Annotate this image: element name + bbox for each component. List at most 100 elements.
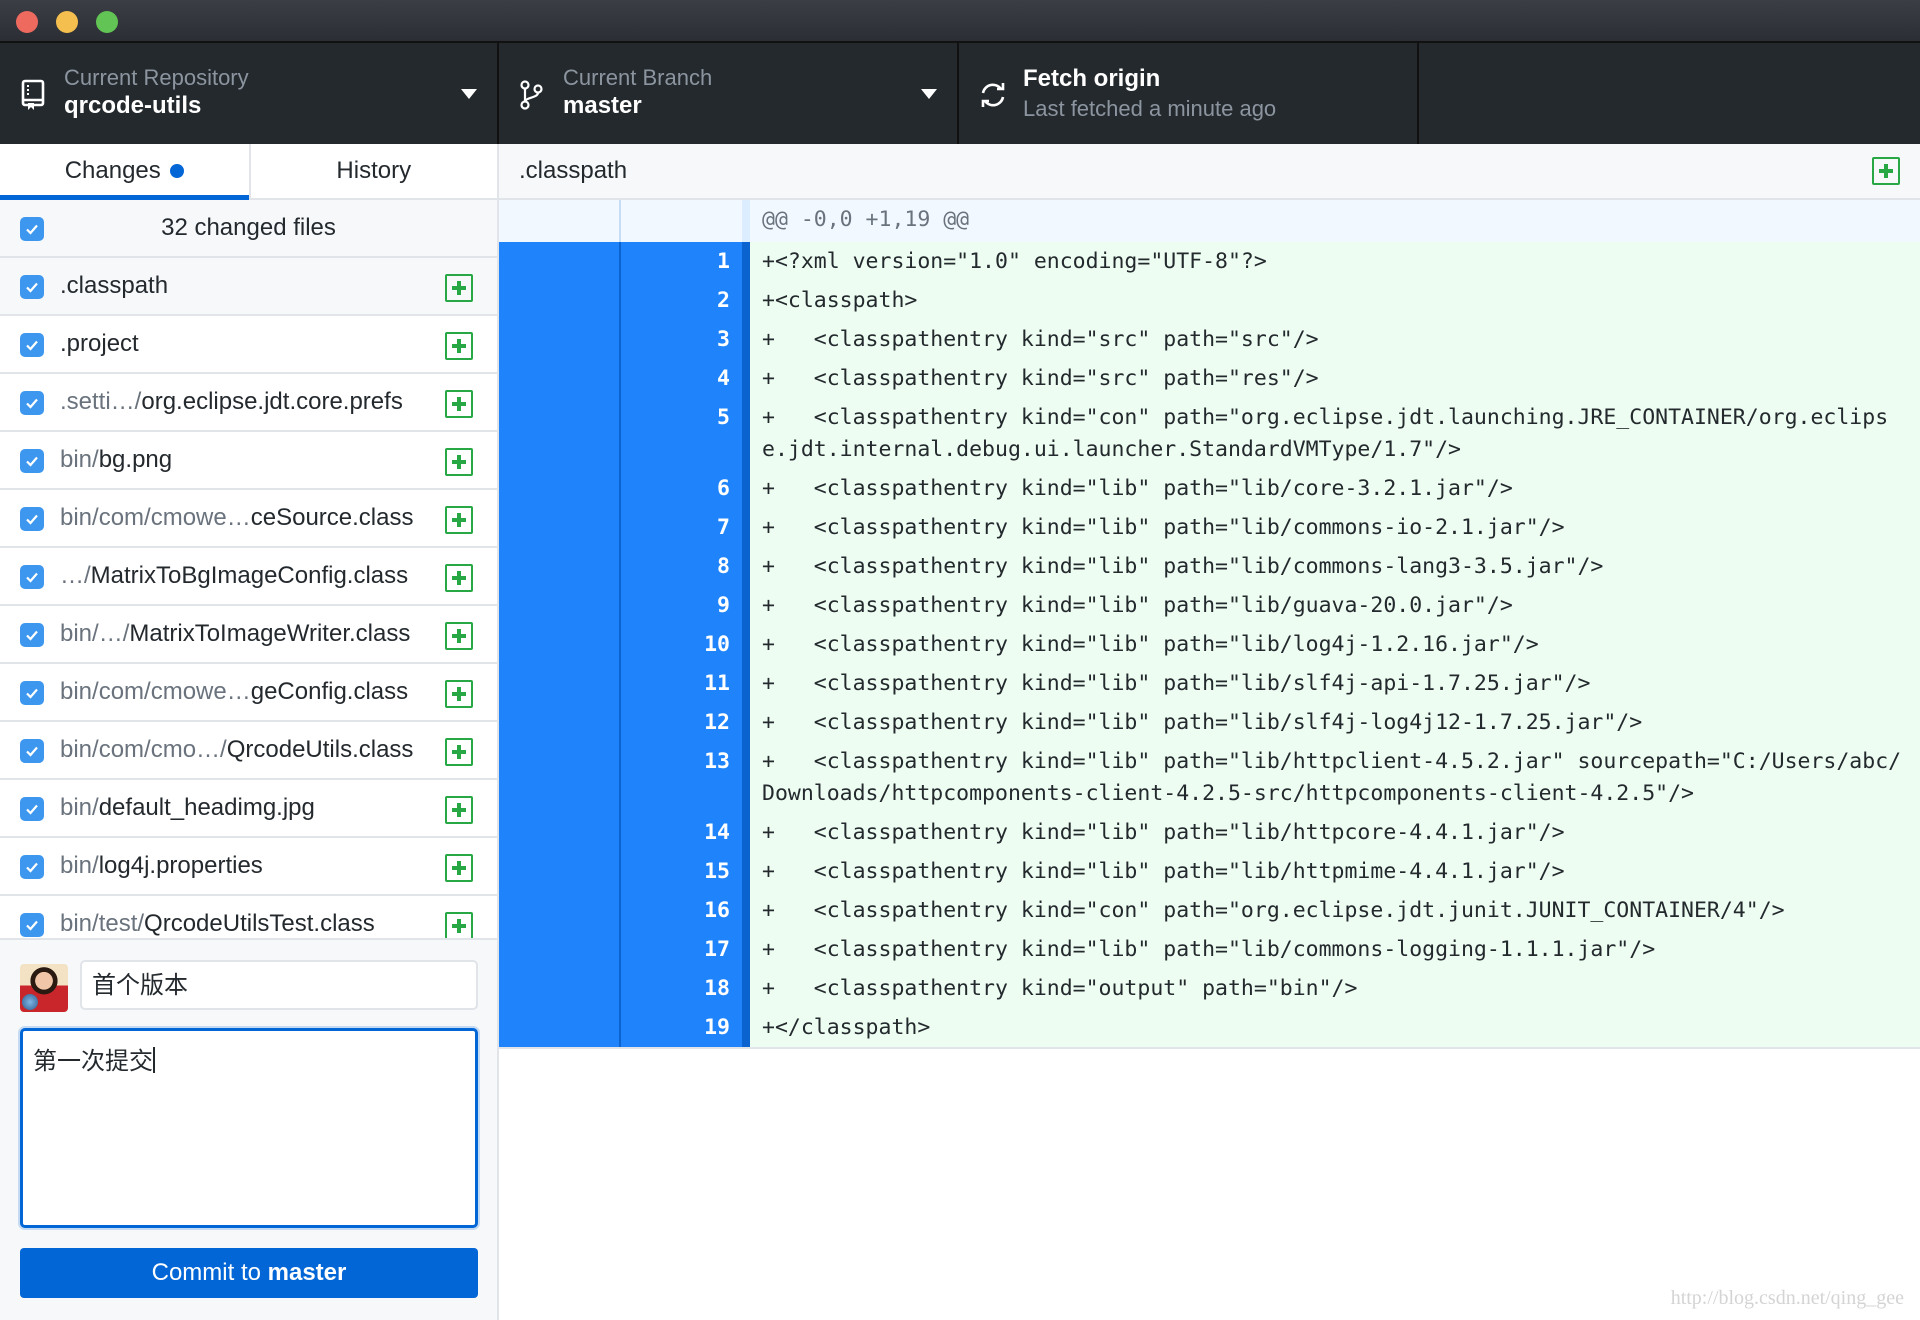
file-list-item[interactable]: bin/bg.png bbox=[0, 432, 497, 490]
diff-line[interactable]: 10 + <classpathentry kind="lib" path="lib… bbox=[499, 625, 1920, 664]
diff-line[interactable]: 3 + <classpathentry kind="src" path="src"… bbox=[499, 320, 1920, 359]
commit-button[interactable]: Commit to master bbox=[20, 1248, 478, 1298]
diff-line[interactable]: 17 + <classpathentry kind="lib" path="lib… bbox=[499, 930, 1920, 969]
file-checkbox[interactable] bbox=[20, 275, 44, 299]
file-checkbox[interactable] bbox=[20, 333, 44, 357]
sync-icon bbox=[979, 79, 1005, 109]
file-dir: bin/com/cmowe… bbox=[60, 504, 251, 531]
sidebar-tabs: Changes History bbox=[0, 144, 497, 200]
checkmark-icon bbox=[26, 514, 38, 525]
chevron-down-icon bbox=[461, 89, 477, 99]
branch-name: master bbox=[563, 92, 642, 119]
repository-label: Current Repository bbox=[64, 65, 249, 90]
diff-line[interactable]: 7 + <classpathentry kind="lib" path="lib/… bbox=[499, 508, 1920, 547]
file-dir: bin/com/cmowe… bbox=[60, 678, 251, 705]
diff-line[interactable]: 9 + <classpathentry kind="lib" path="lib/… bbox=[499, 586, 1920, 625]
window-close-button[interactable] bbox=[16, 11, 38, 33]
window-minimize-button[interactable] bbox=[56, 11, 78, 33]
diff-line-text: + <classpathentry kind="lib" path="lib/h… bbox=[750, 742, 1920, 813]
file-list-item[interactable]: bin/test/QrcodeUtilsTest.class bbox=[0, 896, 497, 938]
file-path: .classpath bbox=[60, 258, 168, 314]
file-checkbox[interactable] bbox=[20, 565, 44, 589]
commit-description-input[interactable]: 第一次提交 bbox=[20, 1028, 478, 1228]
last-fetched-status: Last fetched a minute ago bbox=[1023, 96, 1277, 121]
diff-line[interactable]: 11 + <classpathentry kind="lib" path="lib… bbox=[499, 664, 1920, 703]
checkmark-icon bbox=[26, 398, 38, 409]
new-line-number: 7 bbox=[621, 508, 742, 547]
diff-line[interactable]: 19 +</classpath> bbox=[499, 1008, 1920, 1047]
commit-panel: 首个版本 第一次提交 Commit to master bbox=[0, 938, 497, 1320]
file-checkbox[interactable] bbox=[20, 449, 44, 473]
diff-line-text: + <classpathentry kind="con" path="org.e… bbox=[750, 398, 1920, 469]
file-list-item[interactable]: bin/com/cmowe…ceSource.class bbox=[0, 490, 497, 548]
gutter-bar bbox=[742, 891, 750, 930]
diff-line[interactable]: 15 + <classpathentry kind="lib" path="lib… bbox=[499, 852, 1920, 891]
file-list-item[interactable]: bin/default_headimg.jpg bbox=[0, 780, 497, 838]
file-list-item[interactable]: bin/com/cmo…/QrcodeUtils.class bbox=[0, 722, 497, 780]
file-list-item[interactable]: .classpath bbox=[0, 258, 497, 316]
tab-changes-label: Changes bbox=[64, 157, 161, 184]
file-checkbox[interactable] bbox=[20, 913, 44, 937]
file-list-item[interactable]: …/MatrixToBgImageConfig.class bbox=[0, 548, 497, 606]
diff-line-text: + <classpathentry kind="lib" path="lib/c… bbox=[750, 469, 1920, 508]
current-repository-button[interactable]: Current Repository qrcode-utils bbox=[0, 43, 499, 144]
diff-line[interactable]: 8 + <classpathentry kind="lib" path="lib/… bbox=[499, 547, 1920, 586]
tab-changes[interactable]: Changes bbox=[0, 144, 249, 200]
diff-line-text: + <classpathentry kind="src" path="res"/… bbox=[750, 359, 1920, 398]
diff-line[interactable]: 5 + <classpathentry kind="con" path="org.… bbox=[499, 398, 1920, 469]
old-line-number bbox=[499, 586, 621, 625]
gutter-bar bbox=[742, 547, 750, 586]
gutter-bar bbox=[742, 242, 750, 281]
file-dir: bin/…/ bbox=[60, 620, 130, 647]
old-line-number bbox=[499, 930, 621, 969]
file-added-icon bbox=[445, 274, 473, 302]
file-checkbox[interactable] bbox=[20, 855, 44, 879]
file-list-item[interactable]: bin/…/MatrixToImageWriter.class bbox=[0, 606, 497, 664]
file-list-item[interactable]: bin/log4j.properties bbox=[0, 838, 497, 896]
diff-header: .classpath bbox=[499, 144, 1920, 200]
new-line-number: 14 bbox=[621, 813, 742, 852]
window-maximize-button[interactable] bbox=[96, 11, 118, 33]
checkmark-icon bbox=[26, 804, 38, 815]
file-checkbox[interactable] bbox=[20, 797, 44, 821]
file-basename: ceSource.class bbox=[250, 504, 414, 531]
diff-line[interactable]: 1 +<?xml version="1.0" encoding="UTF-8"?> bbox=[499, 242, 1920, 281]
file-added-icon bbox=[1872, 157, 1900, 185]
file-checkbox[interactable] bbox=[20, 739, 44, 763]
file-path: .setti…/org.eclipse.jdt.core.prefs bbox=[60, 374, 403, 430]
diff-line[interactable]: 14 + <classpathentry kind="lib" path="lib… bbox=[499, 813, 1920, 852]
file-checkbox[interactable] bbox=[20, 623, 44, 647]
gutter-bar bbox=[742, 398, 750, 469]
current-branch-button[interactable]: Current Branch master bbox=[499, 43, 959, 144]
diff-line[interactable]: 12 + <classpathentry kind="lib" path="lib… bbox=[499, 703, 1920, 742]
new-line-number: 8 bbox=[621, 547, 742, 586]
file-checkbox[interactable] bbox=[20, 391, 44, 415]
fetch-origin-button[interactable]: Fetch origin Last fetched a minute ago bbox=[959, 43, 1419, 144]
file-checkbox[interactable] bbox=[20, 681, 44, 705]
diff-line[interactable]: 18 + <classpathentry kind="output" path="… bbox=[499, 969, 1920, 1008]
diff-line[interactable]: 16 + <classpathentry kind="con" path="org… bbox=[499, 891, 1920, 930]
old-line-number bbox=[499, 547, 621, 586]
old-line-number bbox=[499, 242, 621, 281]
diff-line-text: +<?xml version="1.0" encoding="UTF-8"?> bbox=[750, 242, 1920, 281]
file-list-item[interactable]: .setti…/org.eclipse.jdt.core.prefs bbox=[0, 374, 497, 432]
file-list-item[interactable]: bin/com/cmowe…geConfig.class bbox=[0, 664, 497, 722]
gutter-bar bbox=[742, 703, 750, 742]
file-list-item[interactable]: .project bbox=[0, 316, 497, 374]
gutter-bar bbox=[742, 586, 750, 625]
diff-line[interactable]: 2 +<classpath> bbox=[499, 281, 1920, 320]
commit-summary-input[interactable]: 首个版本 bbox=[80, 960, 478, 1010]
diff-pane: .classpath @@ -0,0 +1,19 @@ 1 +<?xml vers… bbox=[499, 144, 1920, 1320]
old-line-number bbox=[499, 813, 621, 852]
file-path: bin/log4j.properties bbox=[60, 838, 263, 894]
commit-button-branch: master bbox=[267, 1259, 347, 1286]
diff-file-name: .classpath bbox=[519, 157, 628, 184]
file-checkbox[interactable] bbox=[20, 507, 44, 531]
diff-line-text: + <classpathentry kind="lib" path="lib/s… bbox=[750, 703, 1920, 742]
diff-line[interactable]: 4 + <classpathentry kind="src" path="res"… bbox=[499, 359, 1920, 398]
tab-history[interactable]: History bbox=[248, 144, 498, 198]
diff-line-text: + <classpathentry kind="lib" path="lib/g… bbox=[750, 586, 1920, 625]
diff-line[interactable]: 13 + <classpathentry kind="lib" path="lib… bbox=[499, 742, 1920, 813]
old-line-number bbox=[499, 281, 621, 320]
diff-line[interactable]: 6 + <classpathentry kind="lib" path="lib/… bbox=[499, 469, 1920, 508]
